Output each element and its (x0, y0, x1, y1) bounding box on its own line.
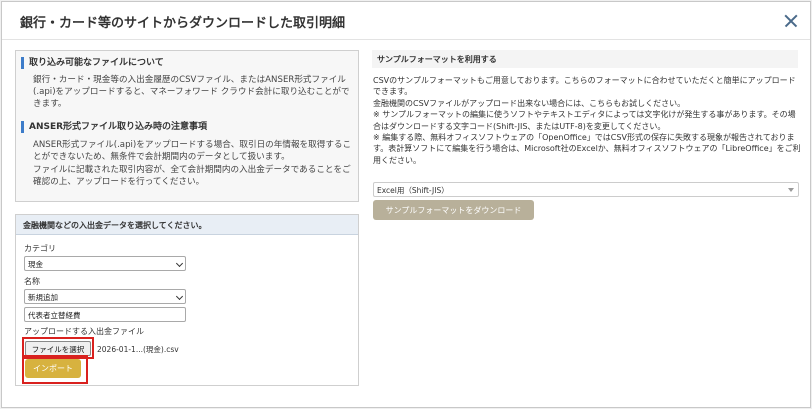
close-icon[interactable] (780, 10, 802, 32)
sample-text-line: ※ サンプルフォーマットの編集に使うソフトやテキストエディタによっては文字化けが… (373, 110, 796, 131)
import-modal: 銀行・カード等のサイトからダウンロードした取引明細 取り込み可能なファイルについ… (1, 1, 811, 408)
file-info-panel: 取り込み可能なファイルについて 銀行・カード・現金等の入出金履歴のCSVファイル… (15, 50, 359, 202)
upload-panel-header: 金融機関などの入出金データを選択してください。 (16, 215, 358, 235)
sample-format-header: サンプルフォーマットを利用する (372, 50, 798, 68)
sample-text-line: ※ 編集する際、無料オフィスソフトウェアの「OpenOffice」ではCSV形式… (373, 133, 801, 165)
category-select-value: 現金 (28, 260, 43, 269)
info-text-supported-files: 銀行・カード・現金等の入出金履歴のCSVファイル、またはANSER形式ファイル(… (33, 75, 350, 110)
account-name-input[interactable] (24, 307, 186, 322)
chevron-down-icon (175, 259, 184, 268)
upload-file-label: アップロードする入出金ファイル (24, 327, 144, 336)
sample-format-description: CSVのサンプルフォーマットもご用意しております。こちらのフォーマットに合わせて… (373, 75, 801, 166)
format-encoding-value: Excel用（Shift-JIS） (377, 186, 449, 195)
format-encoding-select[interactable]: Excel用（Shift-JIS） (373, 182, 799, 197)
name-select[interactable]: 新規追加 (24, 289, 186, 304)
download-sample-button[interactable]: サンプルフォーマットをダウンロード (373, 200, 534, 220)
modal-title: 銀行・カード等のサイトからダウンロードした取引明細 (20, 16, 346, 31)
sample-text-line: CSVのサンプルフォーマットもご用意しております。こちらのフォーマットに合わせて… (373, 76, 796, 97)
info-heading-anser-notes: ANSER形式ファイル取り込み時の注意事項 (21, 121, 207, 133)
info-text-anser-notes-2: ファイルに記載された取引内容が、全て会計期間内の入出金データであることをご確認の… (33, 165, 351, 188)
sample-text-line: 金融機関のCSVファイルがアップロード出来ない場合には、こちらもお試しください。 (373, 98, 686, 108)
category-select[interactable]: 現金 (24, 256, 186, 271)
highlight-frame-import (22, 355, 88, 384)
selected-file-name: 2026-01-1...(現金).csv (97, 345, 179, 354)
name-label: 名称 (24, 277, 40, 286)
upload-panel: 金融機関などの入出金データを選択してください。 カテゴリ 現金 名称 新規追加 … (15, 214, 359, 386)
dropdown-arrow-icon (788, 188, 794, 192)
chevron-down-icon (175, 292, 184, 301)
info-text-anser-notes-1: ANSER形式ファイル(.api)をアップロードする場合、取引日の年情報を取得す… (33, 140, 352, 163)
info-heading-supported-files: 取り込み可能なファイルについて (21, 57, 164, 69)
name-select-value: 新規追加 (28, 293, 58, 302)
modal-header: 銀行・カード等のサイトからダウンロードした取引明細 (2, 2, 810, 40)
category-label: カテゴリ (24, 244, 56, 253)
